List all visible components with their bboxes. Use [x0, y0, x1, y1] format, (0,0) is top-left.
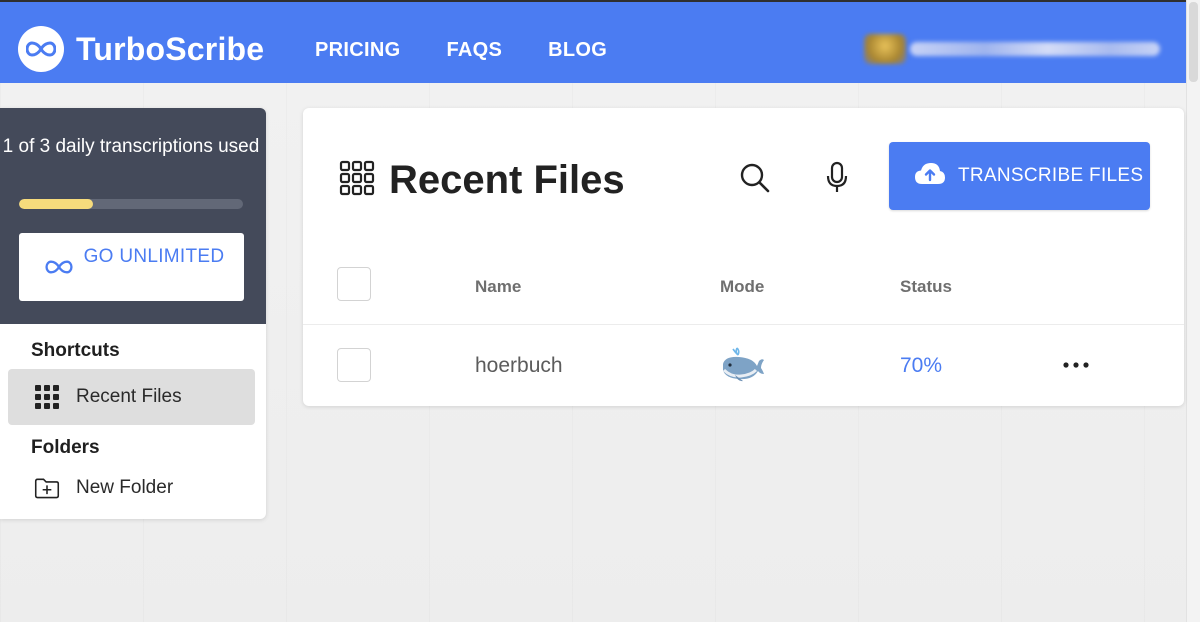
row-checkbox[interactable]: [337, 348, 371, 382]
microphone-icon: [825, 161, 849, 200]
user-account-menu[interactable]: [864, 34, 1160, 64]
quota-progress-bar: [19, 199, 243, 209]
cloud-upload-icon: [914, 162, 946, 191]
transcribe-files-button[interactable]: TRANSCRIBE FILES: [889, 142, 1150, 210]
scrollbar-thumb[interactable]: [1189, 2, 1198, 82]
search-button[interactable]: [735, 160, 775, 200]
top-header: TurboScribe PRICING FAQS BLOG: [0, 0, 1186, 83]
brand-logo[interactable]: TurboScribe: [18, 26, 264, 72]
search-icon: [739, 162, 771, 199]
file-name-link[interactable]: hoerbuch: [475, 354, 563, 378]
grid-outline-icon: [339, 160, 375, 201]
infinity-logo-icon: [18, 26, 64, 72]
nav-faqs[interactable]: FAQS: [446, 39, 502, 62]
user-email-redacted: [910, 42, 1160, 56]
page-title-text: Recent Files: [389, 158, 625, 202]
page-scrollbar[interactable]: [1186, 0, 1200, 622]
whale-icon: [719, 346, 765, 391]
column-header-name[interactable]: Name: [475, 277, 521, 297]
column-header-status[interactable]: Status: [900, 277, 952, 297]
more-horizontal-icon: [1063, 355, 1089, 373]
transcribe-files-label: TRANSCRIBE FILES: [958, 165, 1144, 186]
brand-name: TurboScribe: [76, 30, 265, 67]
sidebar-item-label: New Folder: [76, 477, 174, 498]
quota-progress-fill: [19, 199, 93, 209]
page-title: Recent Files: [339, 158, 625, 203]
nav-pricing[interactable]: PRICING: [315, 39, 400, 62]
grid-icon: [34, 384, 60, 410]
table-divider: [303, 324, 1184, 325]
go-unlimited-label: GO UNLIMITED: [83, 246, 225, 267]
quota-panel: 1 of 3 daily transcriptions used GO UNLI…: [0, 108, 266, 324]
infinity-icon: [45, 259, 73, 280]
recent-files-card: Recent Files TRANSCRIBE FILES Name Mode …: [303, 108, 1184, 406]
go-unlimited-button[interactable]: GO UNLIMITED: [19, 233, 244, 301]
sidebar-item-recent-files[interactable]: Recent Files: [8, 369, 255, 425]
nav-blog[interactable]: BLOG: [548, 39, 607, 62]
shortcuts-heading: Shortcuts: [31, 340, 120, 361]
top-nav: PRICING FAQS BLOG: [315, 39, 653, 62]
column-header-mode[interactable]: Mode: [720, 277, 764, 297]
folders-heading: Folders: [31, 437, 100, 458]
more-options-button[interactable]: [1061, 354, 1091, 374]
sidebar-item-new-folder[interactable]: New Folder: [8, 460, 255, 516]
select-all-checkbox[interactable]: [337, 267, 371, 301]
avatar: [864, 34, 906, 64]
status-progress: 70%: [900, 354, 943, 377]
folder-plus-icon: [34, 475, 60, 501]
sidebar-item-label: Recent Files: [76, 386, 182, 407]
sidebar: 1 of 3 daily transcriptions used GO UNLI…: [0, 108, 266, 519]
quota-text: 1 of 3 daily transcriptions used: [2, 136, 260, 157]
record-audio-button[interactable]: [817, 160, 857, 200]
